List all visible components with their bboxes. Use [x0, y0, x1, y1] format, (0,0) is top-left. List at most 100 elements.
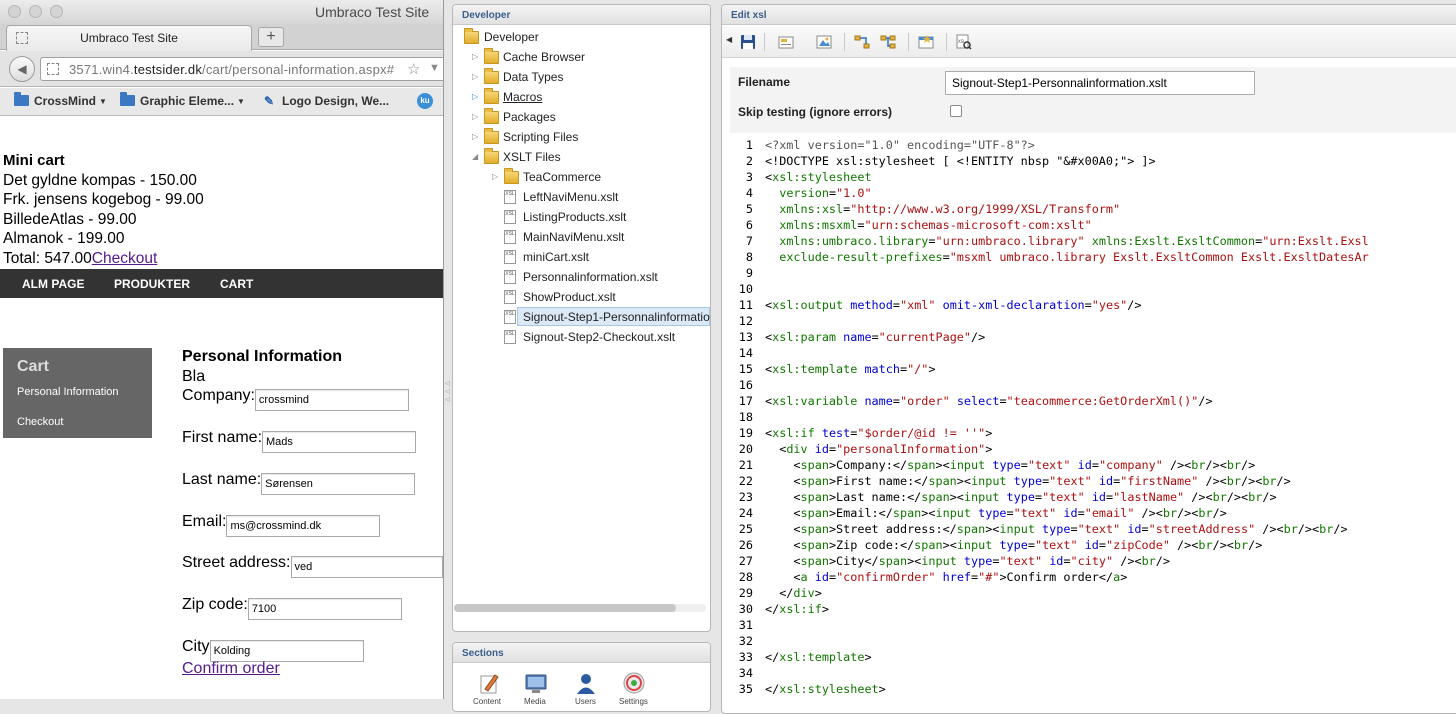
new-tab-button[interactable]: + [258, 27, 284, 47]
code-text: <xsl:if test="$order/@id != ''"> [765, 426, 993, 440]
bookmark-star-icon[interactable]: ☆ [407, 60, 420, 78]
code-line: 9 [722, 265, 1456, 281]
nav-alm-page[interactable]: ALM PAGE [22, 277, 84, 291]
tree-item-label: Cache Browser [503, 50, 586, 64]
code-text: <span>City</span><input type="text" id="… [765, 554, 1170, 568]
code-line: 22 <span>First name:</span><input type="… [722, 473, 1456, 489]
users-section-icon[interactable] [574, 671, 598, 695]
expand-arrow-icon[interactable]: ▷ [492, 168, 498, 186]
folder-icon [484, 68, 499, 84]
mini-cart-item: BilledeAtlas - 99.00 [3, 211, 137, 228]
filename-input[interactable]: Signout-Step1-Personnalinformation.xslt [945, 71, 1255, 95]
page-icon [47, 63, 59, 75]
code-text: xmlns:umbraco.library="urn:umbraco.libra… [779, 234, 1369, 248]
street-address-input[interactable]: ved [290, 556, 443, 578]
minimize-window-button[interactable] [29, 5, 42, 18]
expand-arrow-icon[interactable]: ▷ [472, 128, 478, 146]
sections-panel-title: Sections [453, 643, 710, 663]
zoom-window-button[interactable] [50, 5, 63, 18]
skip-testing-checkbox[interactable] [950, 105, 962, 117]
code-line: 20 <div id="personalInformation"> [722, 441, 1456, 457]
mini-cart-item: Almanok - 199.00 [3, 230, 125, 247]
line-number: 11 [738, 298, 753, 312]
email-row: Email: ms@crossmind.dk [182, 513, 381, 537]
code-text: exclude-result-prefixes="msxml umbraco.l… [779, 250, 1369, 264]
folder-icon [484, 48, 499, 64]
tree-item-label: Developer [484, 30, 539, 44]
confirm-order-link[interactable]: Confirm order [182, 660, 280, 678]
last-name-input[interactable]: Sørensen [261, 473, 416, 495]
edit-xsl-panel: Edit xsl ◀ XSL Filename Signout-Step1-Pe… [721, 4, 1456, 714]
code-line: 2 <!DOCTYPE xsl:stylesheet [ <!ENTITY nbs… [722, 153, 1456, 169]
insert-choose-icon[interactable] [880, 34, 896, 50]
first-name-input[interactable]: Mads [262, 431, 417, 453]
collapse-arrow-icon[interactable]: ◢ [472, 148, 478, 166]
code-line: 26 <span>Zip code:</span><input type="te… [722, 537, 1456, 553]
tree-horizontal-scrollbar[interactable] [454, 604, 706, 612]
address-bar[interactable]: 3571.win4.testsider.dk/cart/personal-inf… [40, 57, 443, 81]
line-number: 26 [738, 538, 753, 552]
panel-splitter[interactable]: ◁ ◁ ◁ [444, 0, 452, 699]
back-button[interactable]: ◀ [9, 56, 35, 82]
checkout-link[interactable]: Checkout [92, 250, 157, 267]
folder-icon [504, 168, 519, 184]
line-number: 27 [738, 554, 753, 568]
zip-code-input[interactable]: 7100 [247, 598, 402, 620]
media-section-icon[interactable] [524, 671, 548, 695]
company-label: Company: [182, 387, 255, 404]
bookmarks-bar: CrossMind ▼ Graphic Eleme... ▼ ✎ Logo Desig… [0, 88, 443, 116]
expand-arrow-icon[interactable]: ▷ [472, 88, 478, 106]
xslt-file-icon: XSL [504, 290, 516, 304]
insert-macro-icon[interactable] [918, 34, 934, 50]
line-number: 20 [738, 442, 753, 456]
line-number: 35 [738, 682, 753, 696]
line-number: 28 [738, 570, 753, 584]
line-number: 14 [738, 346, 753, 360]
city-input[interactable]: Kolding [209, 640, 364, 662]
browser-titlebar: Umbraco Test Site [0, 0, 443, 24]
save-icon[interactable] [740, 34, 756, 50]
expand-arrow-icon[interactable]: ▷ [472, 68, 478, 86]
bookmark-logo-design[interactable]: ✎ Logo Design, We... [264, 94, 389, 108]
url-dropdown-icon[interactable]: ▼ [429, 62, 440, 74]
code-line: 14 [722, 345, 1456, 361]
company-input[interactable]: crossmind [254, 389, 409, 411]
nav-produkter[interactable]: PRODUKTER [114, 277, 190, 291]
scrollbar-thumb[interactable] [454, 604, 676, 612]
close-window-button[interactable] [8, 5, 21, 18]
tab-umbraco-test-site[interactable]: Umbraco Test Site [6, 25, 252, 51]
code-line: 15 <xsl:template match="/"> [722, 361, 1456, 377]
content-section-icon[interactable] [477, 671, 501, 695]
folder-icon [14, 92, 29, 106]
folder-icon [484, 148, 499, 164]
expand-arrow-icon[interactable]: ▷ [472, 48, 478, 66]
email-input[interactable]: ms@crossmind.dk [226, 515, 381, 537]
cart-link-checkout[interactable]: Checkout [17, 416, 63, 428]
tree-file-signout-step1[interactable]: XSL Signout-Step1-Personnalinformatio [504, 308, 710, 326]
line-number: 5 [745, 202, 753, 216]
collapse-icon[interactable]: ◀ [726, 35, 732, 44]
nav-cart[interactable]: CART [220, 277, 253, 291]
expand-arrow-icon[interactable]: ▷ [472, 108, 478, 126]
navigation-bar: ◀ 3571.win4.testsider.dk/cart/personal-i… [0, 51, 443, 87]
bookmark-ku-icon[interactable]: ku [417, 93, 433, 109]
bookmark-crossmind[interactable]: CrossMind ▼ [14, 92, 107, 108]
line-number: 10 [738, 282, 753, 296]
code-line: 3 <xsl:stylesheet [722, 169, 1456, 185]
insert-image-icon[interactable] [816, 34, 832, 50]
code-text: <div id="personalInformation"> [765, 442, 993, 456]
settings-section-icon[interactable] [622, 671, 646, 695]
bookmark-graphic-elements[interactable]: Graphic Eleme... ▼ [120, 92, 245, 108]
line-number: 19 [738, 426, 753, 440]
insert-loop-icon[interactable] [854, 34, 870, 50]
tree-item-label: ListingProducts.xslt [523, 210, 627, 224]
code-editor[interactable]: 1 <?xml version="1.0" encoding="UTF-8"?> 2… [722, 135, 1456, 713]
line-number: 23 [738, 490, 753, 504]
last-name-label: Last name: [182, 471, 262, 488]
insert-value-icon[interactable] [778, 34, 794, 50]
visualize-xslt-icon[interactable]: XSL [956, 34, 972, 50]
tab-label: Umbraco Test Site [80, 31, 178, 45]
code-line: 5 xmlns:xsl="http://www.w3.org/1999/XSL/… [722, 201, 1456, 217]
code-line: 24 <span>Email:</span><input type="text"… [722, 505, 1456, 521]
cart-link-personal-information[interactable]: Personal Information [17, 386, 119, 398]
